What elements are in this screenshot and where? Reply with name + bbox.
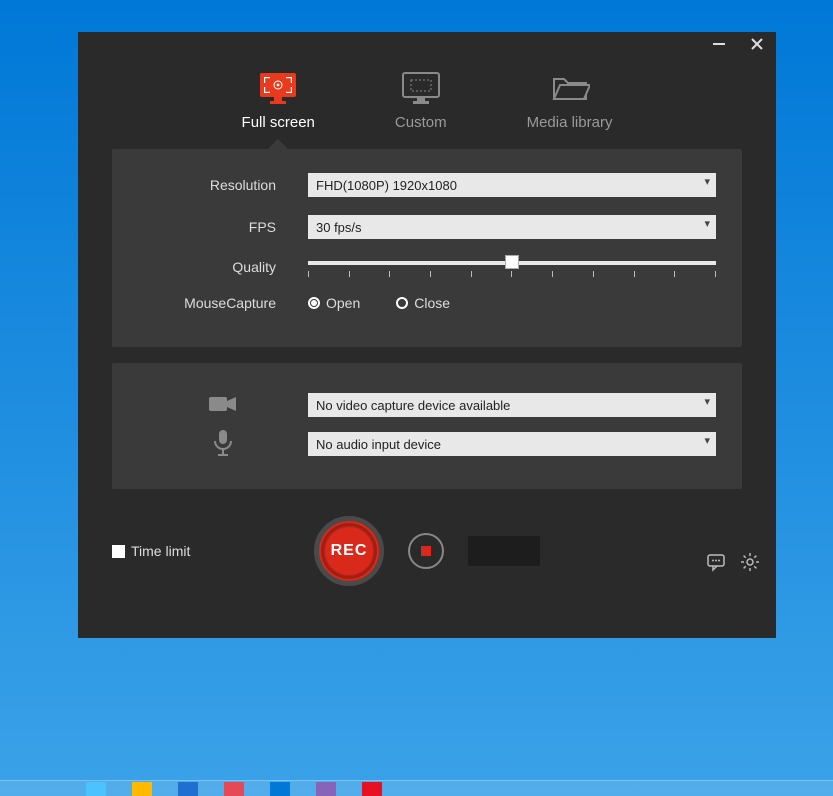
tab-full-screen[interactable]: Full screen [242,72,315,131]
recorder-window: Full screen Custom Media library [78,32,776,638]
radio-label: Open [326,295,360,311]
time-limit-checkbox[interactable]: Time limit [112,543,190,559]
mousecapture-radio-group: Open Close [308,295,716,311]
slider-ticks [308,271,716,277]
resolution-dropdown[interactable]: FHD(1080P) 1920x1080 [308,173,716,197]
corner-actions [706,552,760,577]
slider-track [308,261,716,265]
radio-checked-icon [308,297,320,309]
microphone-icon [138,429,308,459]
quality-slider[interactable] [308,257,716,277]
audio-device-row: No audio input device [138,429,716,459]
tab-label: Custom [395,114,447,131]
audio-device-value: No audio input device [316,437,441,452]
record-controls: REC [314,516,540,586]
feedback-icon[interactable] [706,552,726,577]
fps-value: 30 fps/s [316,220,362,235]
checkbox-icon [112,545,125,558]
quality-row: Quality [138,257,716,277]
fps-row: FPS 30 fps/s [138,215,716,239]
capture-settings-panel: Resolution FHD(1080P) 1920x1080 FPS 30 f… [112,149,742,347]
tab-media-library[interactable]: Media library [527,72,613,131]
fps-dropdown[interactable]: 30 fps/s [308,215,716,239]
close-button[interactable] [750,37,764,55]
mousecapture-label: MouseCapture [138,295,308,311]
monitor-record-icon [258,72,298,104]
mousecapture-open-radio[interactable]: Open [308,295,360,311]
time-limit-label: Time limit [131,543,190,559]
minimize-button[interactable] [712,37,726,55]
devices-panel: No video capture device available No aud… [112,363,742,489]
bottom-bar: Time limit REC [78,505,776,589]
radio-label: Close [414,295,450,311]
tab-label: Full screen [242,114,315,131]
stop-square-icon [421,546,431,556]
resolution-value: FHD(1080P) 1920x1080 [316,178,457,193]
video-device-value: No video capture device available [316,398,510,413]
mousecapture-close-radio[interactable]: Close [396,295,450,311]
stop-button[interactable] [408,533,444,569]
audio-device-dropdown[interactable]: No audio input device [308,432,716,456]
slider-thumb[interactable] [505,255,519,269]
tab-label: Media library [527,114,613,131]
titlebar [78,32,776,60]
quality-label: Quality [138,259,308,275]
record-label: REC [331,542,368,560]
fps-label: FPS [138,219,308,235]
camera-icon [138,393,308,417]
video-device-row: No video capture device available [138,393,716,417]
video-device-dropdown[interactable]: No video capture device available [308,393,716,417]
tab-custom[interactable]: Custom [395,72,447,131]
timer-display [468,536,540,566]
mode-tabs: Full screen Custom Media library [78,60,776,149]
settings-gear-icon[interactable] [740,552,760,577]
mousecapture-row: MouseCapture Open Close [138,295,716,311]
folder-icon [550,72,590,104]
radio-unchecked-icon [396,297,408,309]
resolution-label: Resolution [138,177,308,193]
record-button[interactable]: REC [314,516,384,586]
resolution-row: Resolution FHD(1080P) 1920x1080 [138,173,716,197]
desktop-taskbar[interactable] [0,780,833,796]
monitor-custom-icon [401,72,441,104]
